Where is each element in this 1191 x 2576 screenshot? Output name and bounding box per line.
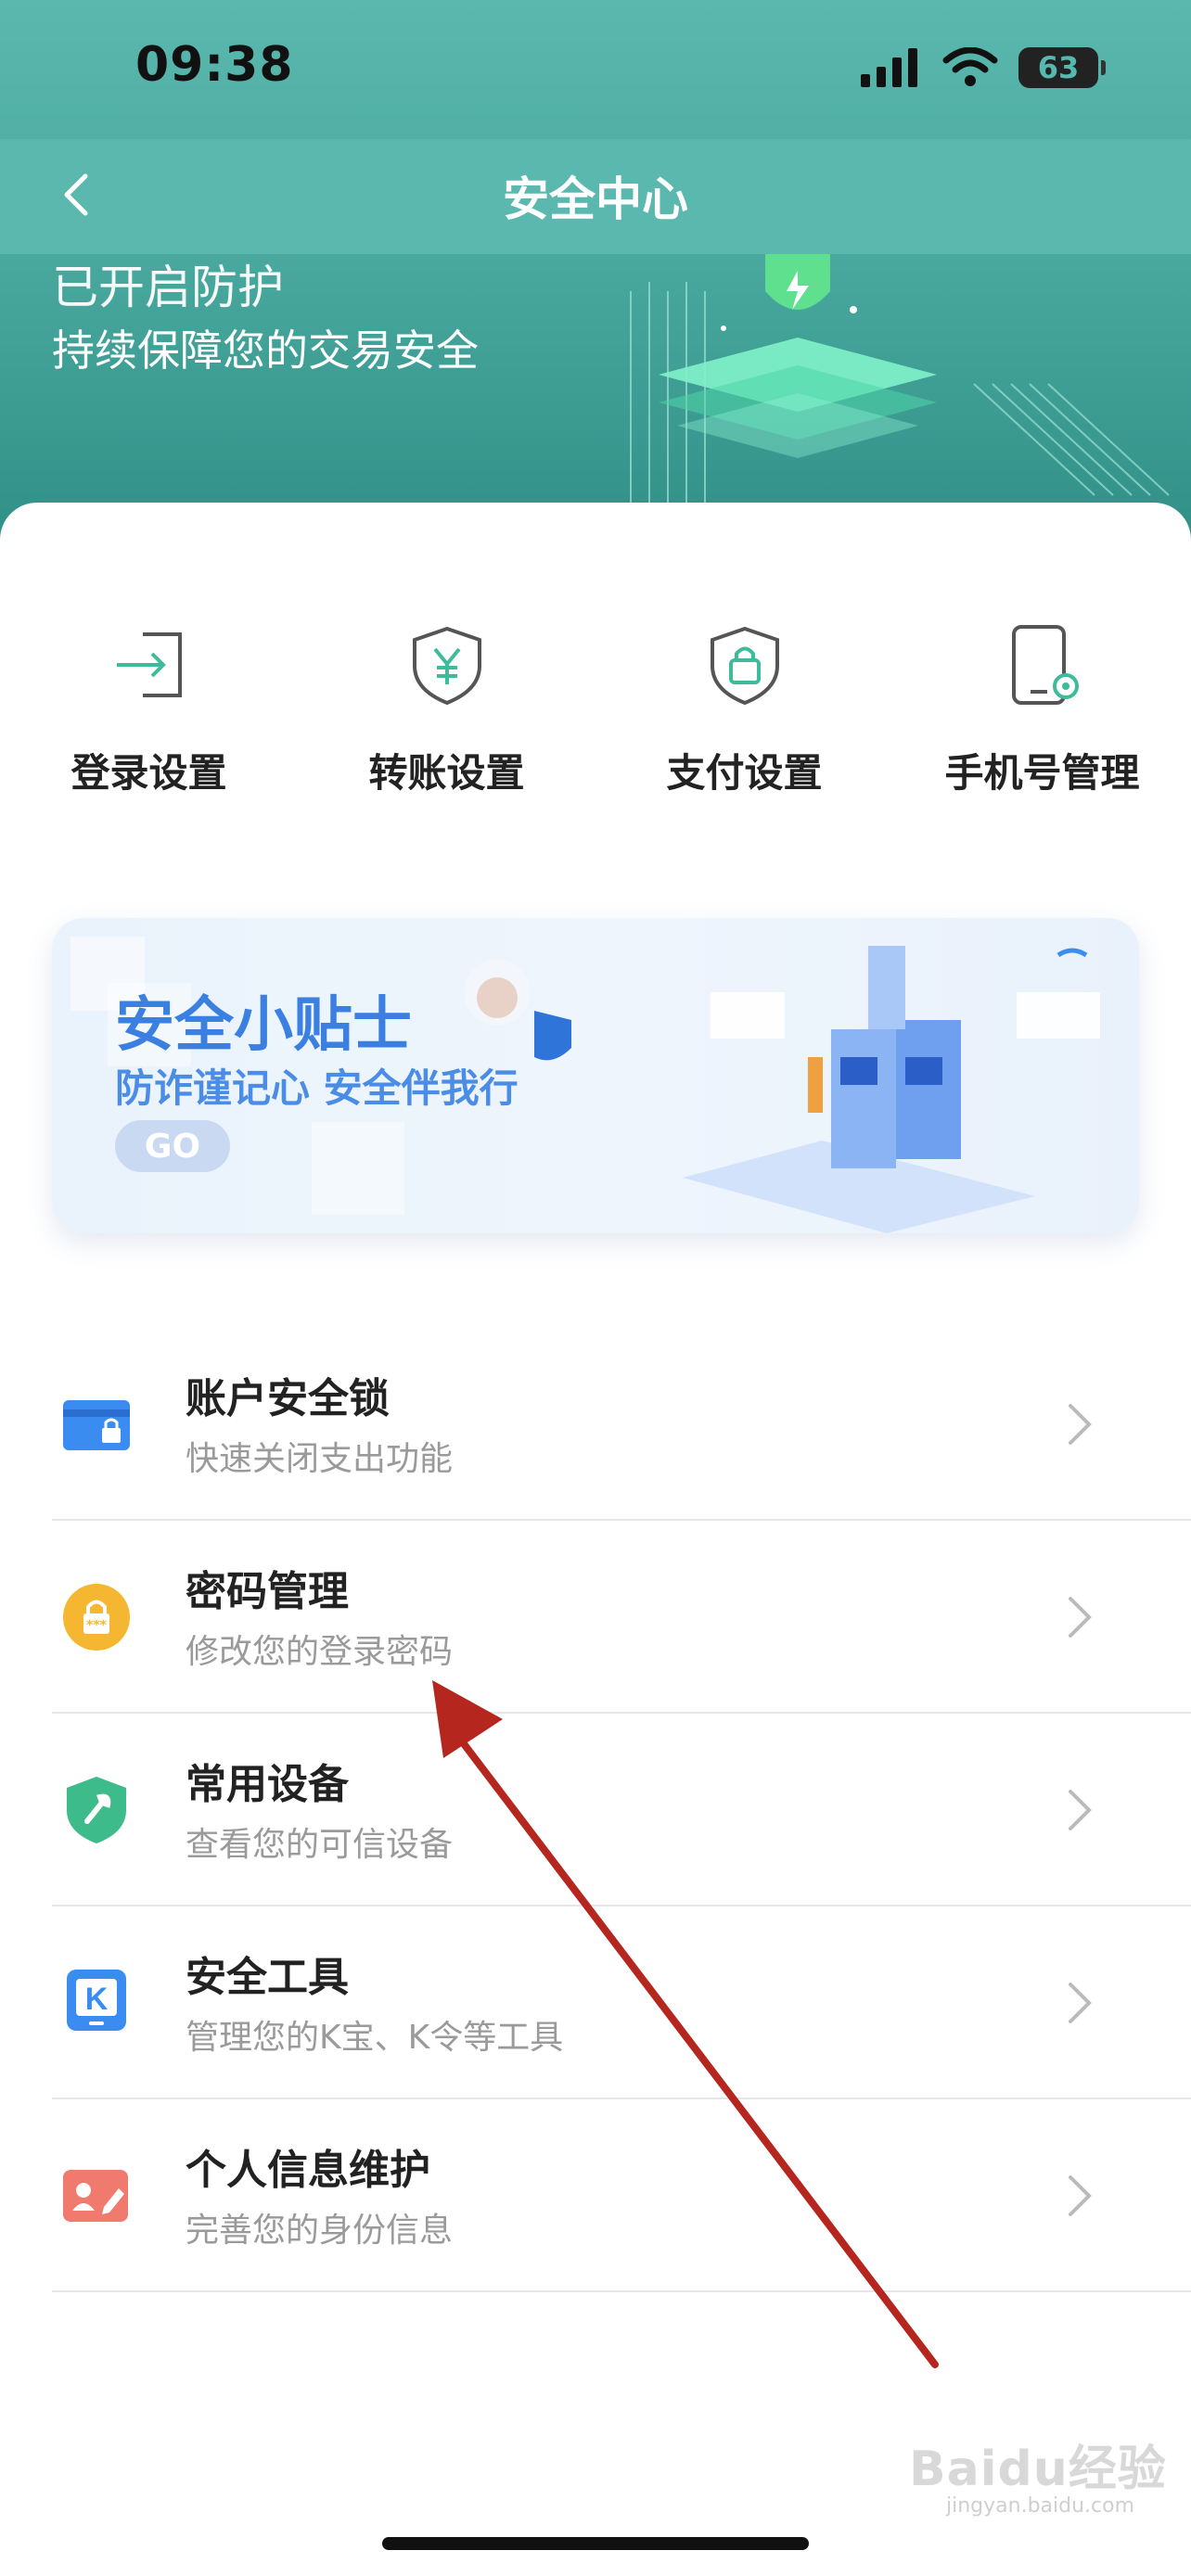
menu-item-trusted-devices[interactable]: 常用设备 查看您的可信设备: [52, 1714, 1191, 1906]
quick-action-label: 转账设置: [368, 750, 525, 796]
menu-item-subtitle: 查看您的可信设备: [186, 1826, 454, 1864]
menu-item-title: 账户安全锁: [186, 1375, 390, 1422]
quick-action-label: 登录设置: [70, 750, 227, 796]
card-lock-icon: [63, 1400, 130, 1450]
menu-item-title: 安全工具: [186, 1954, 349, 2001]
svg-text:***: ***: [86, 1618, 108, 1633]
quick-action-login-settings[interactable]: 登录设置: [0, 623, 298, 798]
menu-item-security-tools[interactable]: K 安全工具 管理您的K宝、K令等工具: [52, 1906, 1191, 2099]
menu-item-subtitle: 快速关闭支出功能: [186, 1440, 454, 1478]
battery-indicator: 63: [1018, 47, 1106, 88]
id-card-edit-icon: [63, 2170, 128, 2222]
menu-item-personal-info[interactable]: 个人信息维护 完善您的身份信息: [52, 2099, 1191, 2292]
menu-item-subtitle: 修改您的登录密码: [186, 1633, 454, 1671]
banner-title: 安全小贴士: [115, 991, 412, 1060]
menu-item-title: 个人信息维护: [186, 2147, 430, 2194]
password-lock-icon: ***: [63, 1584, 130, 1651]
k-token-icon: K: [67, 1970, 126, 2031]
content-sheet: 登录设置 转账设置 支付设置 手机号管理 安全小贴士 防诈谨记心 安全伴我行 G…: [0, 503, 1191, 2576]
hero-title: 已开启防护: [52, 261, 284, 314]
menu-item-subtitle: 管理您的K宝、K令等工具: [186, 2019, 564, 2057]
chevron-right-icon: [1069, 1404, 1092, 1445]
quick-action-payment-settings[interactable]: 支付设置: [596, 623, 893, 798]
menu-item-subtitle: 完善您的身份信息: [186, 2212, 454, 2250]
phone-gear-icon: [1011, 625, 1079, 705]
safety-tips-banner[interactable]: 安全小贴士 防诈谨记心 安全伴我行 GO: [52, 918, 1139, 1233]
menu-item-account-lock[interactable]: 账户安全锁 快速关闭支出功能: [52, 1328, 1191, 1521]
signal-icon: [861, 48, 917, 87]
login-arrow-icon: [116, 632, 182, 697]
status-time: 09:38: [135, 37, 294, 93]
chevron-right-icon: [1069, 1790, 1092, 1830]
quick-action-transfer-settings[interactable]: 转账设置: [298, 623, 596, 798]
menu-item-password-management[interactable]: *** 密码管理 修改您的登录密码: [52, 1521, 1191, 1714]
hero-subtitle: 持续保障您的交易安全: [52, 325, 479, 376]
watermark-url: jingyan.baidu.com: [946, 2494, 1135, 2518]
navigation-bar: 安全中心: [0, 139, 1191, 254]
menu-item-title: 常用设备: [186, 1761, 349, 1808]
banner-subtitle: 防诈谨记心 安全伴我行: [115, 1065, 519, 1111]
quick-action-label: 手机号管理: [944, 750, 1140, 796]
chevron-right-icon: [1069, 1597, 1092, 1638]
chevron-right-icon: [1069, 2175, 1092, 2216]
security-menu-list: 账户安全锁 快速关闭支出功能 *** 密码管理 修改您的登录密码 常用设备 查看…: [52, 1328, 1191, 2292]
yuan-shield-icon: [412, 626, 481, 706]
status-bar: 09:38 63: [0, 0, 1191, 139]
device-shield-icon: [67, 1777, 126, 1843]
page-title: 安全中心: [503, 172, 688, 226]
menu-item-title: 密码管理: [186, 1568, 349, 1615]
quick-action-label: 支付设置: [666, 750, 823, 796]
go-button[interactable]: GO: [115, 1120, 230, 1172]
home-indicator[interactable]: [382, 2537, 809, 2550]
svg-text:K: K: [85, 1982, 109, 2017]
chevron-right-icon: [1069, 1983, 1092, 2023]
watermark: Baidu经验: [909, 2442, 1167, 2497]
quick-actions: 登录设置 转账设置 支付设置 手机号管理: [0, 623, 1191, 809]
wifi-icon: [942, 47, 998, 86]
lock-shield-icon: [710, 626, 779, 706]
quick-action-phone-management[interactable]: 手机号管理: [893, 623, 1191, 798]
